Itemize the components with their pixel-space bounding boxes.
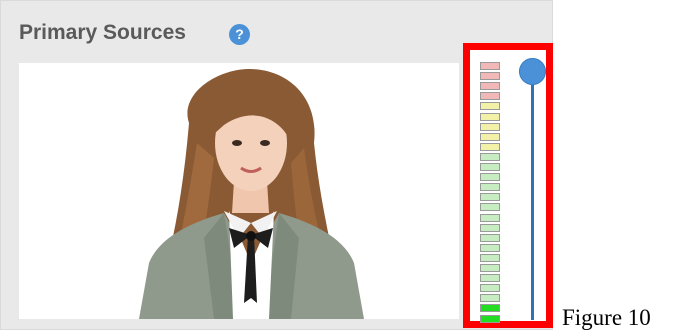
meter-segment xyxy=(480,284,500,293)
audio-controls-highlight xyxy=(463,43,553,328)
meter-segment xyxy=(480,213,500,222)
meter-segment xyxy=(480,142,500,151)
video-preview[interactable] xyxy=(19,63,459,319)
meter-segment xyxy=(480,294,500,303)
meter-segment xyxy=(480,163,500,171)
help-icon[interactable]: ? xyxy=(229,24,250,45)
meter-segment xyxy=(480,152,500,161)
meter-segment xyxy=(480,82,500,91)
slider-handle[interactable] xyxy=(519,58,546,85)
meter-segment xyxy=(480,264,500,272)
presenter-image xyxy=(139,68,364,319)
volume-slider[interactable] xyxy=(514,58,550,323)
meter-segment xyxy=(480,112,500,121)
figure-caption: Figure 10 xyxy=(562,305,651,330)
meter-segment xyxy=(480,233,500,242)
meter-segment xyxy=(480,62,500,70)
slider-track xyxy=(531,72,534,320)
meter-segment xyxy=(480,203,500,212)
audio-level-meter xyxy=(480,62,502,325)
meter-segment xyxy=(480,183,500,192)
meter-segment xyxy=(480,314,500,323)
meter-segment xyxy=(480,304,500,313)
meter-segment xyxy=(480,132,500,141)
meter-segment xyxy=(480,72,500,81)
panel-title: Primary Sources xyxy=(19,21,186,44)
meter-segment xyxy=(480,193,500,202)
meter-segment xyxy=(480,92,500,101)
meter-segment xyxy=(480,173,500,182)
meter-segment xyxy=(480,243,500,252)
meter-segment xyxy=(480,122,500,131)
meter-segment xyxy=(480,102,500,111)
meter-segment xyxy=(480,274,500,283)
meter-segment xyxy=(480,253,500,262)
meter-segment xyxy=(480,223,500,232)
